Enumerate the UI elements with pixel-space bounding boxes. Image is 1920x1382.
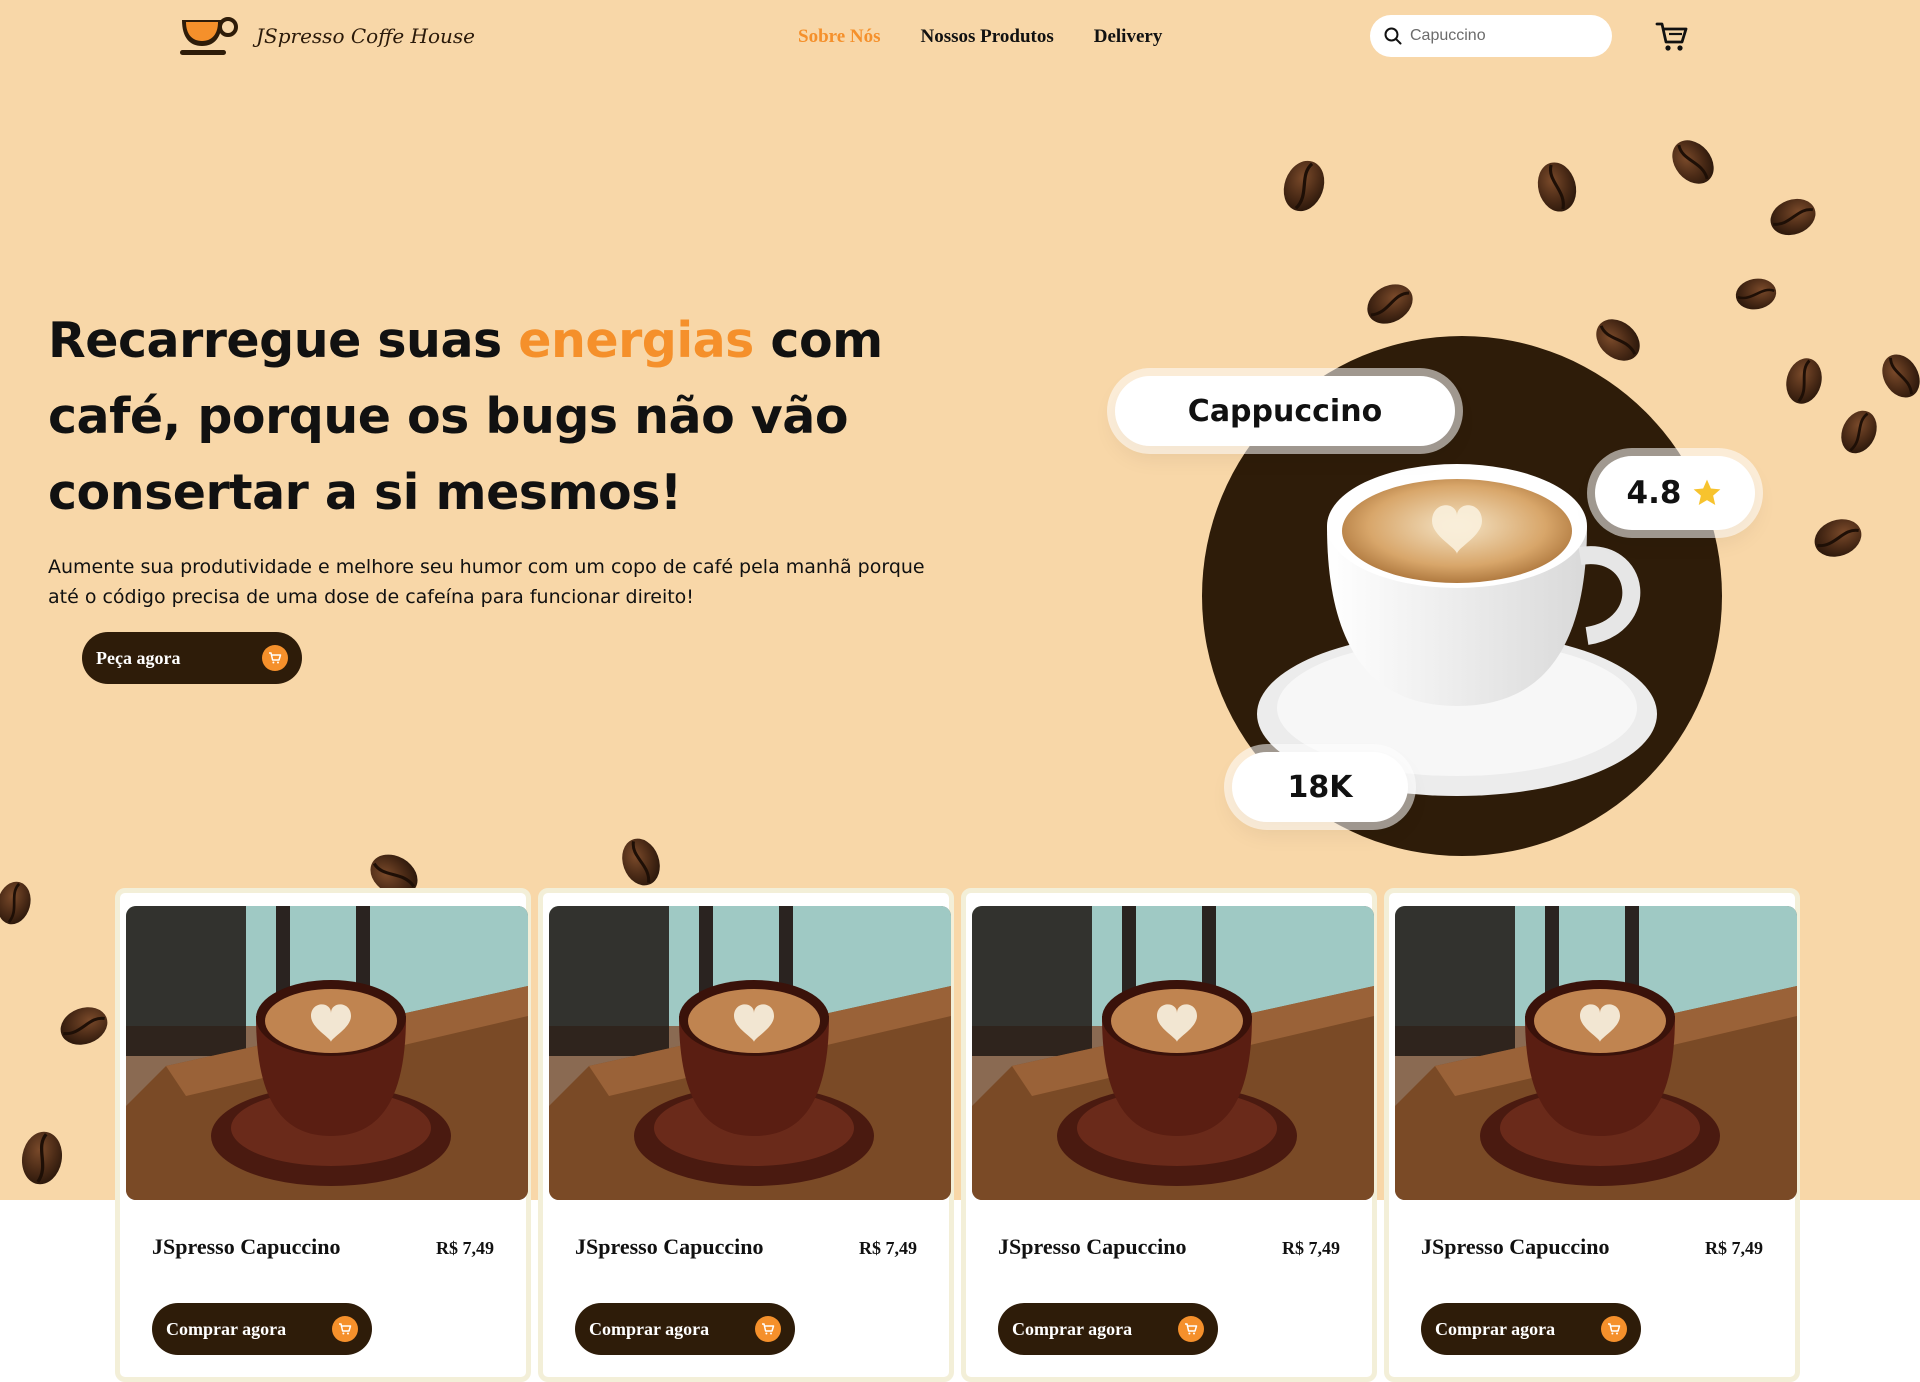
top-navbar: JSpresso Coffe House Sobre Nós Nossos Pr…	[0, 0, 1920, 80]
product-list: JSpresso Capuccino R$ 7,49 Comprar agora	[115, 888, 1800, 1382]
main-menu: Sobre Nós Nossos Produtos Delivery	[798, 26, 1162, 48]
buy-now-button[interactable]: Comprar agora	[998, 1303, 1218, 1355]
product-info: JSpresso Capuccino R$ 7,49	[998, 1234, 1340, 1260]
headline-accent: energias	[518, 312, 754, 369]
product-card: JSpresso Capuccino R$ 7,49 Comprar agora	[538, 888, 954, 1382]
product-image	[972, 906, 1374, 1200]
product-card: JSpresso Capuccino R$ 7,49 Comprar agora	[115, 888, 531, 1382]
buy-now-label: Comprar agora	[166, 1318, 287, 1339]
order-now-button[interactable]: Peça agora	[82, 632, 302, 684]
search-icon	[1384, 27, 1402, 45]
product-price: R$ 7,49	[436, 1238, 494, 1258]
product-name: JSpresso Capuccino	[575, 1234, 764, 1259]
order-now-label: Peça agora	[96, 647, 181, 668]
nav-link-delivery[interactable]: Delivery	[1094, 26, 1163, 48]
search-input[interactable]	[1410, 27, 1600, 45]
hero-subtext: Aumente sua produtividade e melhore seu …	[48, 556, 925, 608]
headline-part-1: Recarregue suas	[48, 312, 519, 369]
product-card: JSpresso Capuccino R$ 7,49 Comprar agora	[961, 888, 1377, 1382]
buy-now-button[interactable]: Comprar agora	[152, 1303, 372, 1355]
cart-icon[interactable]	[1655, 20, 1689, 54]
product-image	[549, 906, 951, 1200]
cart-icon	[755, 1316, 781, 1342]
product-info: JSpresso Capuccino R$ 7,49	[575, 1234, 917, 1260]
star-icon	[1694, 479, 1721, 505]
product-card: JSpresso Capuccino R$ 7,49 Comprar agora	[1384, 888, 1800, 1382]
product-name: JSpresso Capuccino	[152, 1234, 341, 1259]
product-price: R$ 7,49	[859, 1238, 917, 1258]
hero-headline: Recarregue suas energias com café, porqu…	[48, 303, 928, 531]
buy-now-button[interactable]: Comprar agora	[575, 1303, 795, 1355]
cup-logo-icon	[180, 17, 238, 55]
cart-icon	[1178, 1316, 1204, 1342]
cart-icon	[1601, 1316, 1627, 1342]
buy-now-label: Comprar agora	[589, 1318, 710, 1339]
product-image	[126, 906, 528, 1200]
featured-product-name: Cappuccino	[1115, 376, 1455, 446]
cart-icon	[262, 645, 288, 671]
product-price: R$ 7,49	[1705, 1238, 1763, 1258]
nav-link-nossos-produtos[interactable]: Nossos Produtos	[921, 26, 1054, 48]
buy-now-label: Comprar agora	[1435, 1318, 1556, 1339]
brand-logo[interactable]: JSpresso Coffe House	[178, 14, 475, 58]
rating-value: 4.8	[1626, 475, 1682, 511]
product-price: R$ 7,49	[1282, 1238, 1340, 1258]
buy-now-button[interactable]: Comprar agora	[1421, 1303, 1641, 1355]
brand-name: JSpresso Coffe House	[256, 24, 476, 48]
cart-icon	[332, 1316, 358, 1342]
buy-now-label: Comprar agora	[1012, 1318, 1133, 1339]
product-info: JSpresso Capuccino R$ 7,49	[1421, 1234, 1763, 1260]
product-name: JSpresso Capuccino	[1421, 1234, 1610, 1259]
search-bar[interactable]	[1370, 15, 1612, 57]
nav-link-sobre-nos[interactable]: Sobre Nós	[798, 26, 881, 48]
product-info: JSpresso Capuccino R$ 7,49	[152, 1234, 494, 1260]
product-name: JSpresso Capuccino	[998, 1234, 1187, 1259]
product-image	[1395, 906, 1797, 1200]
coffee-bean-icon	[1731, 272, 1781, 315]
featured-count-badge: 18K	[1232, 752, 1408, 822]
featured-rating-badge: 4.8	[1595, 456, 1755, 530]
